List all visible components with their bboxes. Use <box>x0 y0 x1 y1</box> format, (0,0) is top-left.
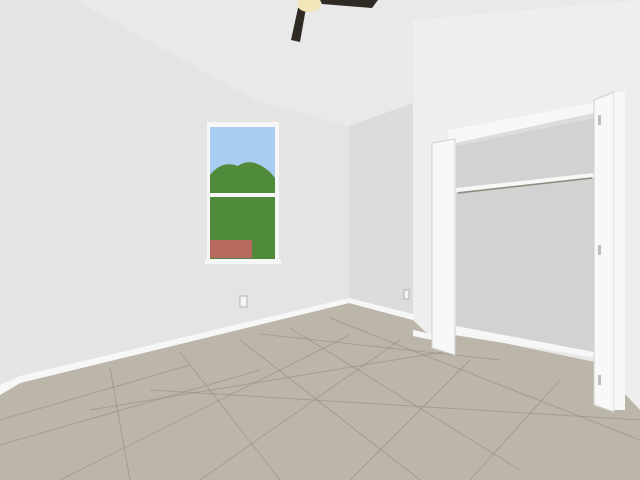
window-sill <box>205 259 281 264</box>
window-sash-divider <box>207 193 279 197</box>
room-illustration <box>0 0 640 480</box>
closet-right-door[interactable] <box>593 91 615 413</box>
window-fence <box>210 240 252 258</box>
door-hinge <box>598 115 601 125</box>
outlet-icon <box>403 289 410 300</box>
door-hinge <box>598 245 601 255</box>
back-wall <box>349 103 413 320</box>
door-frame-trim <box>614 92 625 410</box>
door-hinge <box>598 375 601 385</box>
closet-left-door[interactable] <box>431 138 456 356</box>
outlet-icon <box>239 295 248 308</box>
room-photo <box>0 0 640 480</box>
closet-interior <box>456 113 594 358</box>
